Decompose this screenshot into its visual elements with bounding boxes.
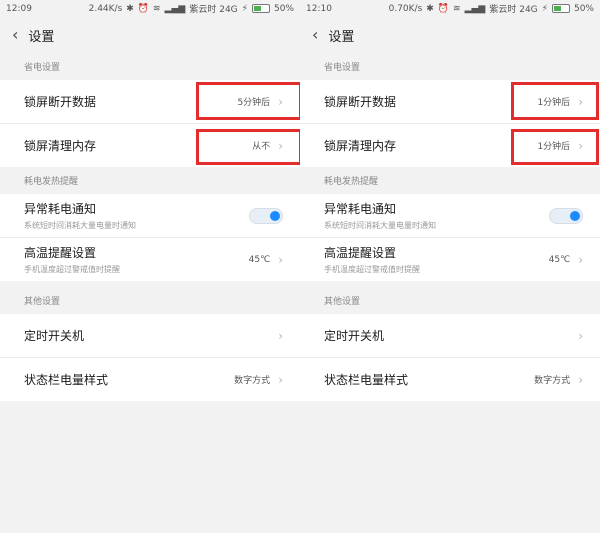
row-title: 锁屏断开数据 [324,95,397,109]
charging-icon: ⚡ [241,3,248,14]
battery-icon [251,4,270,13]
power-alerts-group: 异常耗电通知 系统短时间消耗大量电量时通知 高温提醒设置 手机温度超过警戒值时提… [0,194,300,281]
page-title: 设置 [328,29,355,45]
row-abnormal-drain-notification[interactable]: 异常耗电通知 系统短时间消耗大量电量时通知 [0,194,300,238]
page-title: 设置 [28,29,55,45]
toggle-knob [570,210,580,221]
status-time: 12:10 [306,3,332,14]
signal-icon: ▂▄▆ [164,3,186,14]
page-header: ‹ 设置 [0,17,300,53]
row-abnormal-drain-notification[interactable]: 异常耗电通知 系统短时间消耗大量电量时通知 [300,194,600,238]
back-arrow-icon[interactable]: ‹ [12,27,18,43]
row-title: 高温提醒设置 [24,246,97,260]
chevron-right-icon: › [278,252,283,267]
row-scheduled-power[interactable]: 定时开关机 › [300,314,600,358]
row-battery-style[interactable]: 状态栏电量样式 数字方式 › [0,358,300,401]
network-speed: 2.44K/s [88,3,123,14]
row-value: 数字方式 [234,376,271,386]
row-title: 状态栏电量样式 [24,373,109,387]
other-settings-group: 定时开关机 › 状态栏电量样式 数字方式 › [300,314,600,401]
chevron-right-icon: › [578,252,583,267]
chevron-right-icon: › [278,372,283,387]
row-subtitle: 手机温度超过警戒值时提醒 [324,265,420,274]
row-high-temp-alert[interactable]: 高温提醒设置 手机温度超过警戒值时提醒 45℃ › [0,238,300,281]
status-bar: 12:10 0.70K/s ✱ ⏰ ≋ ▂▄▆ 紫云时 24G ⚡ 50% [300,0,600,17]
row-value: 45℃ [248,254,271,265]
section-header-power-saving: 省电设置 [0,53,300,80]
battery-level [553,6,562,11]
abnormal-drain-toggle[interactable] [549,207,583,224]
row-subtitle: 系统短时间消耗大量电量时通知 [324,221,436,230]
battery-level [253,6,262,11]
bluetooth-icon: ✱ [426,3,434,14]
settings-panel-before: 12:09 2.44K/s ✱ ⏰ ≋ ▂▄▆ 紫云时 24G ⚡ 50% ‹ … [0,0,300,533]
row-title: 高温提醒设置 [324,246,397,260]
row-title: 锁屏断开数据 [24,95,97,109]
alarm-icon: ⏰ [437,3,450,14]
row-title: 定时开关机 [324,329,385,343]
section-header-other: 其他设置 [300,287,600,314]
row-subtitle: 手机温度超过警戒值时提醒 [24,265,120,274]
section-header-other: 其他设置 [0,287,300,314]
row-title: 异常耗电通知 [24,202,97,216]
highlight-box [511,129,599,165]
wifi-icon: ≋ [453,3,461,14]
row-title: 状态栏电量样式 [324,373,409,387]
status-bar: 12:09 2.44K/s ✱ ⏰ ≋ ▂▄▆ 紫云时 24G ⚡ 50% [0,0,300,17]
wifi-icon: ≋ [153,3,161,14]
row-high-temp-alert[interactable]: 高温提醒设置 手机温度超过警戒值时提醒 45℃ › [300,238,600,281]
highlight-box [196,129,300,165]
abnormal-drain-toggle[interactable] [249,207,283,224]
chevron-right-icon: › [578,372,583,387]
other-settings-group: 定时开关机 › 状态栏电量样式 数字方式 › [0,314,300,401]
signal-icon: ▂▄▆ [464,3,486,14]
page-header: ‹ 设置 [300,17,600,53]
highlight-box [196,82,300,120]
carrier-label: 紫云时 24G [489,5,538,15]
charging-icon: ⚡ [541,3,548,14]
row-value: 45℃ [548,254,571,265]
status-time: 12:09 [6,3,32,14]
alarm-icon: ⏰ [137,3,150,14]
row-title: 锁屏清理内存 [324,139,397,153]
section-header-power-saving: 省电设置 [300,53,600,80]
row-title: 锁屏清理内存 [24,139,97,153]
section-header-power-alerts: 耗电发热提醒 [0,167,300,194]
power-alerts-group: 异常耗电通知 系统短时间消耗大量电量时通知 高温提醒设置 手机温度超过警戒值时提… [300,194,600,281]
row-value: 数字方式 [534,376,571,386]
battery-percent: 50% [573,3,594,14]
row-battery-style[interactable]: 状态栏电量样式 数字方式 › [300,358,600,401]
battery-icon [551,4,570,13]
row-title: 定时开关机 [24,329,85,343]
row-scheduled-power[interactable]: 定时开关机 › [0,314,300,358]
battery-percent: 50% [273,3,294,14]
chevron-right-icon: › [578,328,583,343]
network-speed: 0.70K/s [388,3,423,14]
chevron-right-icon: › [278,328,283,343]
carrier-label: 紫云时 24G [189,5,238,15]
settings-panel-after: 12:10 0.70K/s ✱ ⏰ ≋ ▂▄▆ 紫云时 24G ⚡ 50% ‹ … [300,0,600,533]
toggle-knob [270,210,280,221]
row-title: 异常耗电通知 [324,202,397,216]
section-header-power-alerts: 耗电发热提醒 [300,167,600,194]
highlight-box [511,82,599,120]
bluetooth-icon: ✱ [126,3,134,14]
back-arrow-icon[interactable]: ‹ [312,27,318,43]
row-subtitle: 系统短时间消耗大量电量时通知 [24,221,136,230]
